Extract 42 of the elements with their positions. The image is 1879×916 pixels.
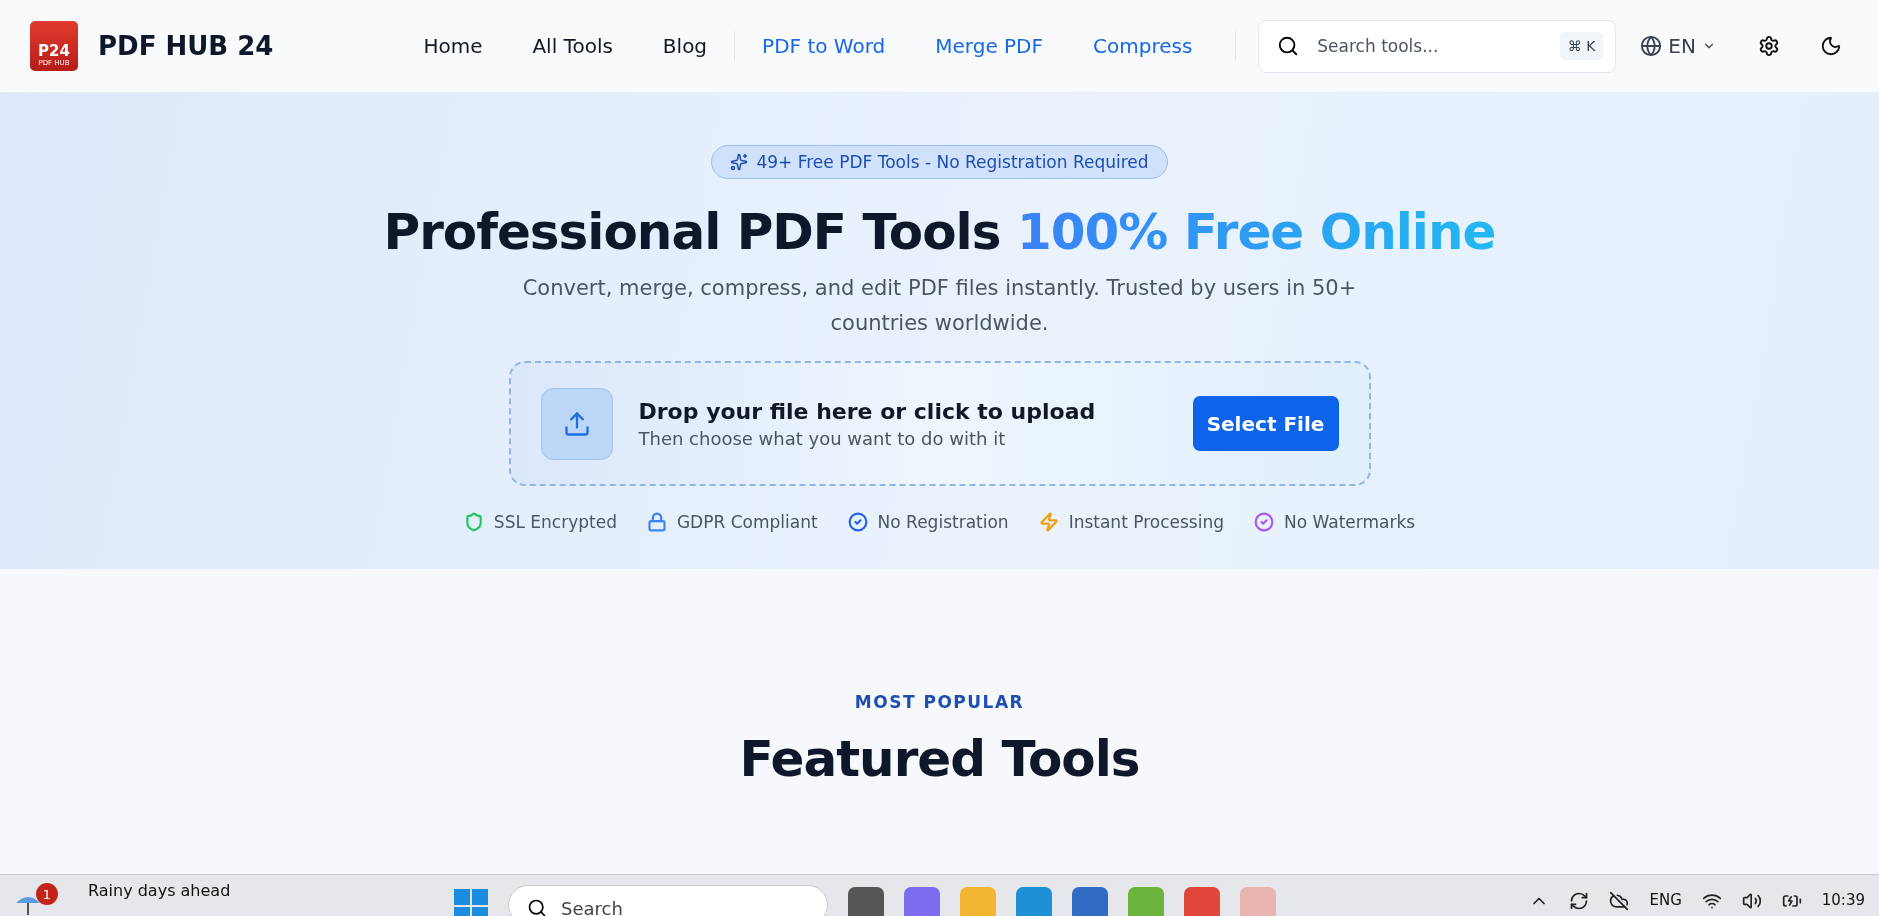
nav-link[interactable]: PDF to Word — [737, 34, 911, 58]
drop-title: Drop your file here or click to upload — [638, 398, 1097, 424]
nav-link[interactable]: Blog — [637, 34, 733, 58]
globe-icon — [1640, 35, 1663, 57]
windows-start-icon[interactable] — [454, 889, 488, 916]
search-icon — [527, 898, 547, 916]
volume-icon[interactable] — [1741, 891, 1762, 911]
nav-link[interactable]: Home — [398, 34, 508, 58]
nav-link[interactable]: All Tools — [507, 34, 638, 58]
hero-subtitle: Convert, merge, compress, and edit PDF files instantly. Trusted by users in 50+ countries worldwide. — [521, 275, 1358, 337]
feature-label: Instant Processing — [1068, 512, 1224, 532]
input-language[interactable]: ENG — [1649, 891, 1682, 909]
taskbar-search-field[interactable]: Search — [508, 885, 828, 916]
search-icon — [1277, 35, 1300, 57]
select-file-button[interactable]: Select File — [1192, 396, 1339, 451]
sparkle-icon — [730, 153, 749, 171]
cloud-off-icon[interactable] — [1609, 891, 1630, 911]
feature-label: No Registration — [877, 512, 1009, 532]
language-selector[interactable]: EN — [1634, 33, 1722, 59]
upload-icon — [540, 387, 613, 460]
weather-text[interactable]: Rainy days ahead — [88, 881, 231, 900]
feature-label: SSL Encrypted — [493, 512, 617, 532]
nav-link[interactable]: Merge PDF — [910, 34, 1068, 58]
shortcut-hint: ⌘ K — [1559, 32, 1604, 60]
sync-icon[interactable] — [1569, 891, 1590, 911]
section-eyebrow: MOST POPULAR — [854, 692, 1025, 712]
logo-mark: P24 — [38, 43, 70, 59]
clock-time[interactable]: 10:39 — [1821, 891, 1865, 909]
wifi-icon[interactable] — [1701, 891, 1722, 911]
drop-subtitle: Then choose what you want to do with it — [638, 427, 1007, 449]
feature-label: GDPR Compliant — [676, 512, 818, 532]
search-input[interactable]: Search tools... — [1315, 35, 1544, 57]
brand-name[interactable]: PDF HUB 24 — [98, 31, 274, 61]
notification-count: 1 — [36, 883, 58, 905]
badge-text: 49+ Free PDF Tools - No Registration Required — [756, 152, 1149, 172]
search-box[interactable]: Search tools... ⌘ K — [1258, 19, 1617, 73]
file-drop-zone[interactable]: Drop your file here or click to upload Then choose what you want to do with it Select File — [508, 361, 1371, 486]
section-title: Featured Tools — [739, 730, 1140, 788]
feature-label: No Watermarks — [1284, 512, 1416, 532]
hero-title: Professional PDF Tools 100% Free Online — [383, 203, 1496, 261]
app-icon[interactable] — [848, 887, 884, 916]
nav-link[interactable]: Compress — [1068, 34, 1218, 58]
